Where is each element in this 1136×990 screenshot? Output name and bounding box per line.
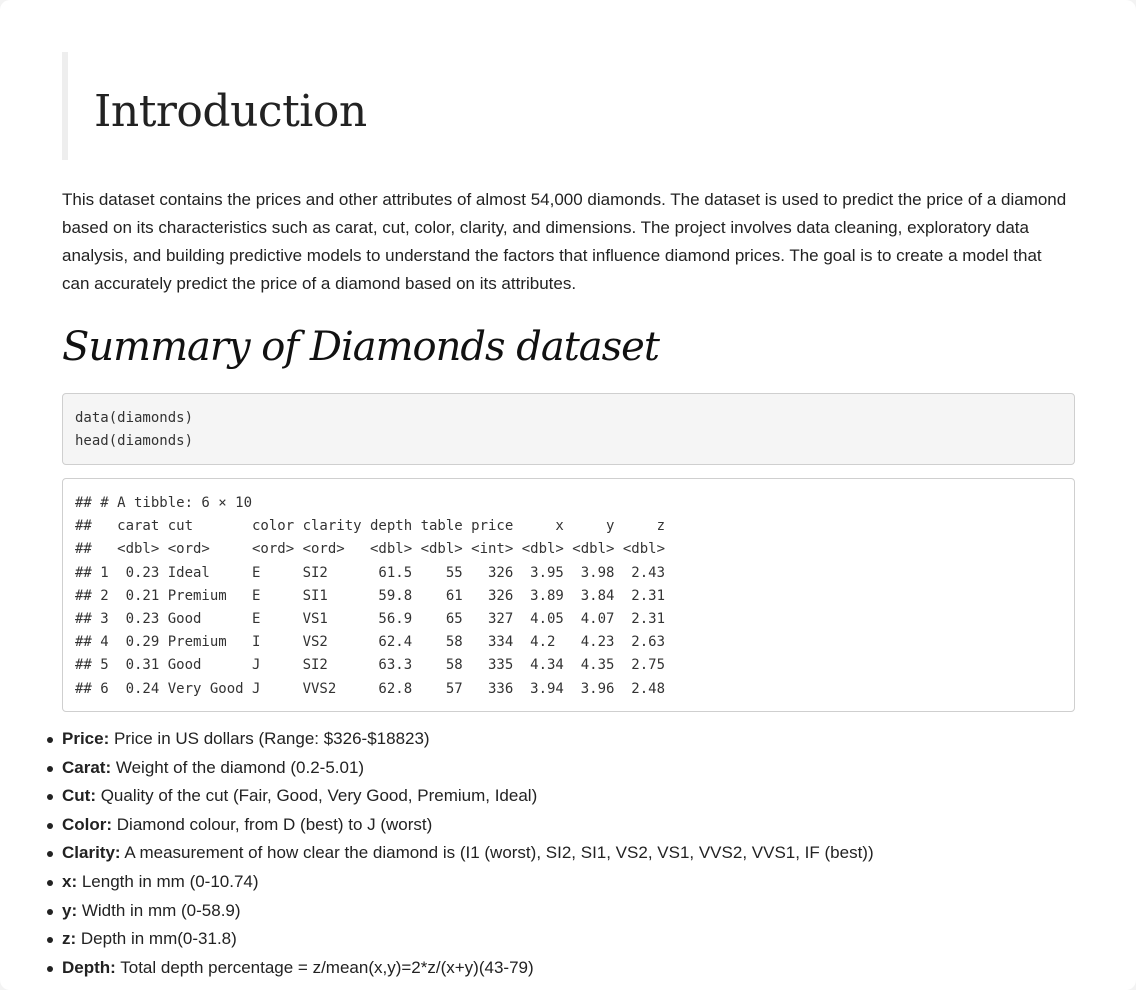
attribute-list: Price: Price in US dollars (Range: $326-… [47,725,874,983]
attribute-name: Carat: [62,757,112,777]
attribute-name: Price: [62,729,110,748]
attribute-item: Color: Diamond colour, from D (best) to … [47,811,874,840]
attribute-name: Color: [62,814,113,834]
bullet-icon [47,937,53,944]
bullet-icon [47,879,53,886]
code-output-line: ## 3 0.23 Good E VS1 56.9 65 327 4.05 4.… [75,610,666,627]
bullet-icon [47,822,53,829]
document-page: Introduction This dataset contains the p… [0,0,1136,990]
code-output-line: ## # A tibble: 6 × 10 [75,495,253,511]
attribute-description: Length in mm (0-10.74) [77,871,259,891]
attribute-description: Price in US dollars (Range: $326-$18823) [109,729,430,748]
code-output-line: ## <dbl> <ord> <ord> <ord> <dbl> <dbl> <… [75,541,666,558]
code-source-block: data(diamonds) head(diamonds) [62,393,1075,465]
intro-paragraph: This dataset contains the prices and oth… [62,190,1067,293]
code-source-line: data(diamonds) [75,410,194,426]
code-output-line: ## 6 0.24 Very Good J VVS2 62.8 57 336 3… [75,680,666,697]
bullet-icon [47,737,53,743]
attribute-item: z: Depth in mm(0-31.8) [47,925,874,954]
page-title: Introduction [94,86,367,137]
title-blockquote: Introduction [62,52,1078,160]
attribute-item: Depth: Total depth percentage = z/mean(x… [47,954,874,983]
attribute-description: Depth in mm(0-31.8) [76,929,237,949]
attribute-item: Clarity: A measurement of how clear the … [47,839,874,868]
attribute-description: A measurement of how clear the diamond i… [120,843,874,863]
code-output-line: ## 4 0.29 Premium I VS2 62.4 58 334 4.2 … [75,634,666,651]
code-output-line: ## 2 0.21 Premium E SI1 59.8 61 326 3.89… [75,587,666,604]
attribute-description: Quality of the cut (Fair, Good, Very Goo… [95,786,538,806]
code-output-line: ## 1 0.23 Ideal E SI2 61.5 55 326 3.95 3… [75,564,666,581]
attribute-item: Carat: Weight of the diamond (0.2-5.01) [47,754,874,783]
attribute-name: z: [62,929,77,949]
bullet-icon [47,908,53,915]
attribute-item: y: Width in mm (0-58.9) [47,897,874,926]
bullet-icon [47,794,53,801]
attribute-description: Width in mm (0-58.9) [77,900,241,920]
code-output-block: ## # A tibble: 6 × 10 ## carat cut color… [62,478,1075,712]
attribute-name: y: [62,900,78,920]
bullet-icon [47,851,53,858]
code-output-line: ## carat cut color clarity depth table p… [75,518,666,535]
attribute-name: Depth: [62,957,116,977]
code-source-line: head(diamonds) [75,433,194,450]
attribute-name: Cut: [62,786,96,806]
section-heading: Summary of Diamonds dataset [62,324,660,370]
attribute-description: Weight of the diamond (0.2-5.01) [111,757,365,777]
attribute-item: Cut: Quality of the cut (Fair, Good, Ver… [47,782,874,811]
bullet-icon [47,765,53,772]
attribute-item: x: Length in mm (0-10.74) [47,868,874,897]
attribute-description: Diamond colour, from D (best) to J (wors… [112,814,433,834]
bullet-icon [47,965,53,972]
attribute-name: x: [62,871,78,891]
code-output-line: ## 5 0.31 Good J SI2 63.3 58 335 4.34 4.… [75,657,666,674]
attribute-name: Clarity: [62,843,121,863]
attribute-item: Price: Price in US dollars (Range: $326-… [47,725,874,754]
attribute-description: Total depth percentage = z/mean(x,y)=2*z… [115,957,534,977]
